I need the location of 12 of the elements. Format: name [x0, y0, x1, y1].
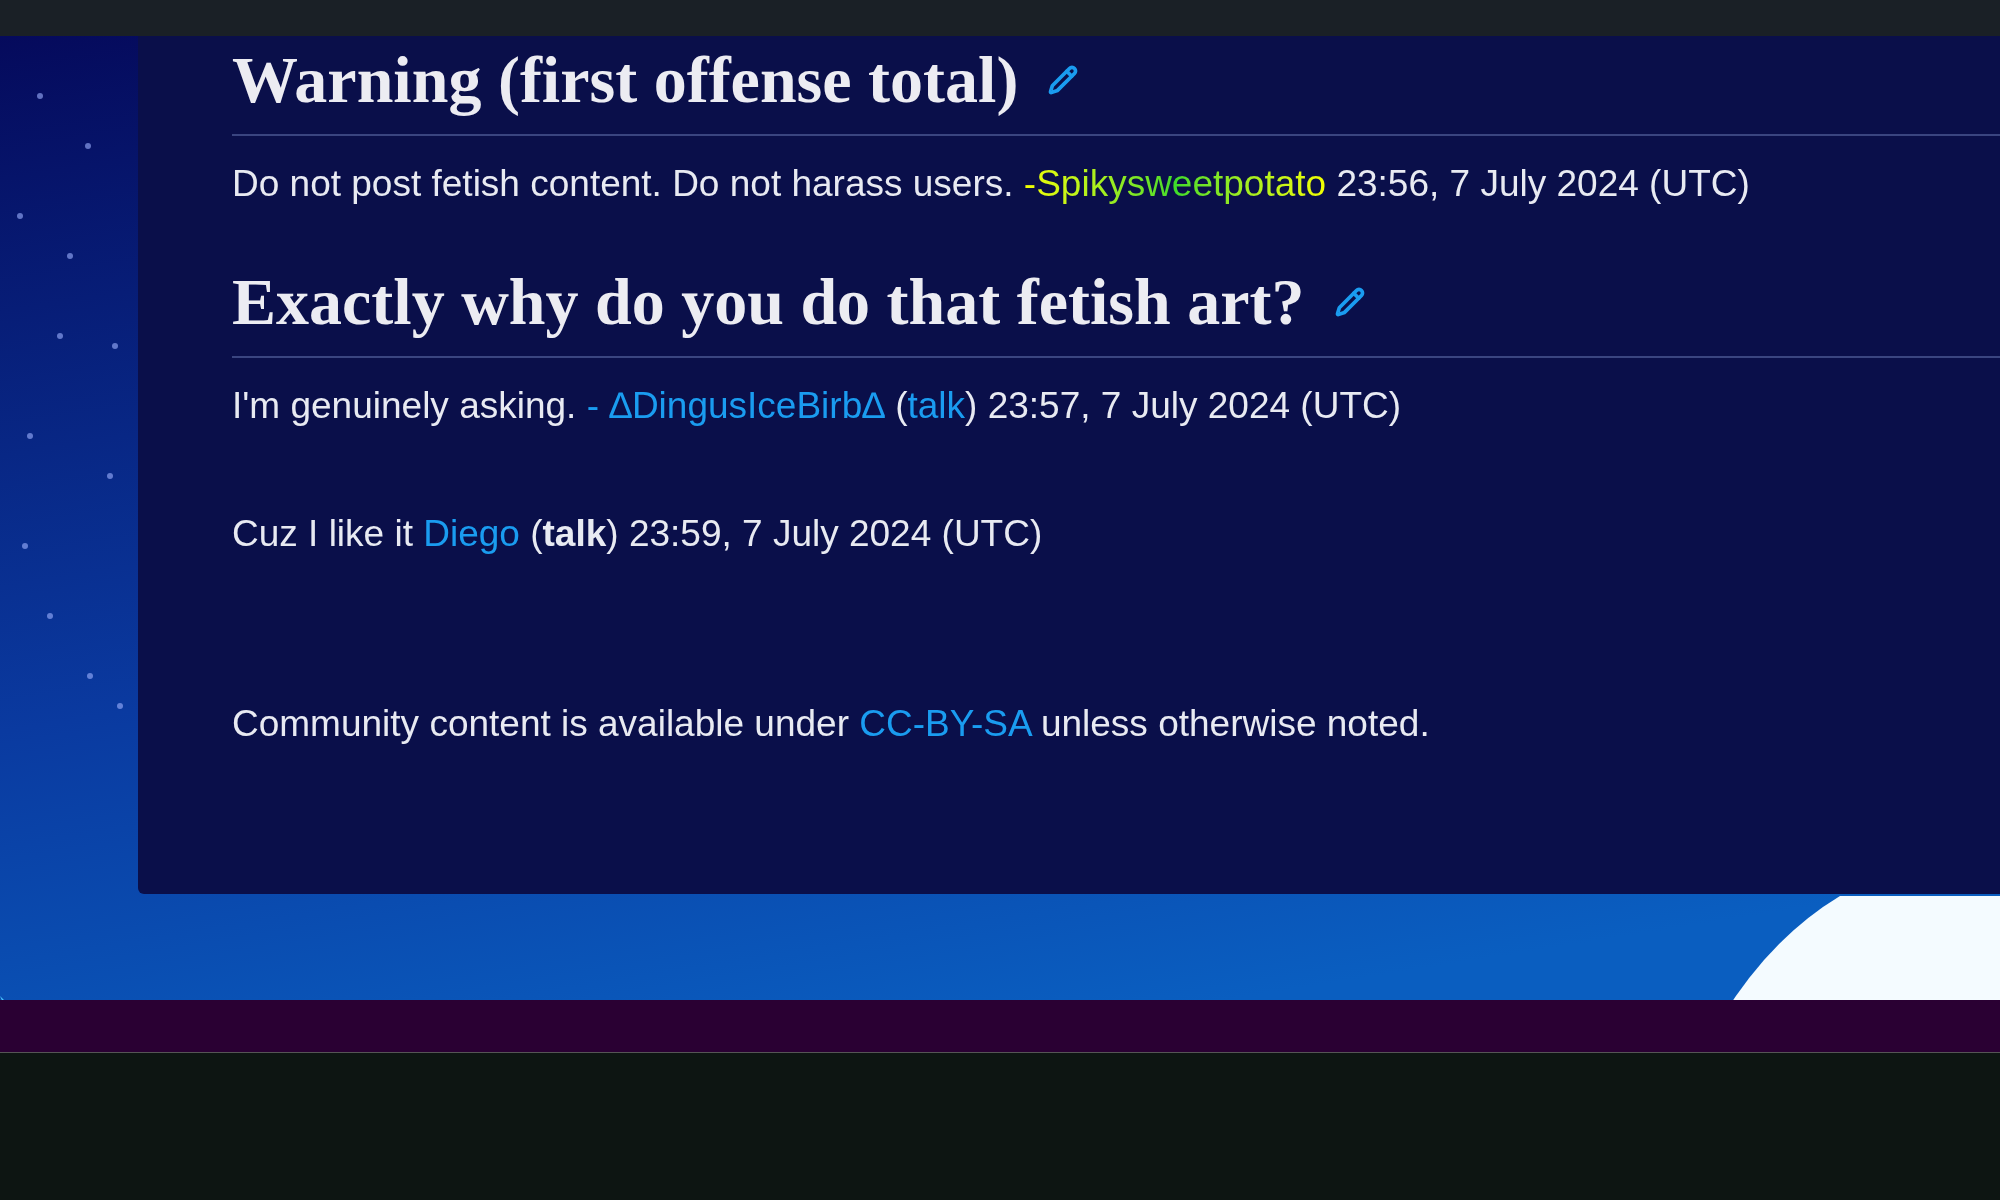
- user-link[interactable]: CC-BY-SA: [859, 703, 1031, 744]
- comment-text: Do not post fetish content. Do not harass users. -Spikysweetpotato 23:56, 7 July 2024 (UTC): [232, 162, 1751, 206]
- user-link[interactable]: - ∆DingusIceBirb∆: [586, 385, 885, 426]
- section-heading: Warning (first offense total): [232, 42, 1019, 118]
- comment-text: I'm genuinely asking. - ∆DingusIceBirb∆ (talk) 23:57, 7 July 2024 (UTC): [232, 384, 1403, 428]
- user-link[interactable]: talk: [907, 385, 966, 426]
- edit-icon[interactable]: [1334, 287, 1365, 317]
- license-notice: Community content is available under CC-BY-SA unless otherwise noted.: [232, 702, 1431, 746]
- edit-icon[interactable]: [1048, 65, 1079, 95]
- user-link[interactable]: Diego: [423, 513, 520, 554]
- comment-text: Cuz I like it Diego (talk) 23:59, 7 July 2024 (UTC): [232, 512, 1044, 556]
- section-heading: Exactly why do you do that fetish art?: [232, 264, 1305, 340]
